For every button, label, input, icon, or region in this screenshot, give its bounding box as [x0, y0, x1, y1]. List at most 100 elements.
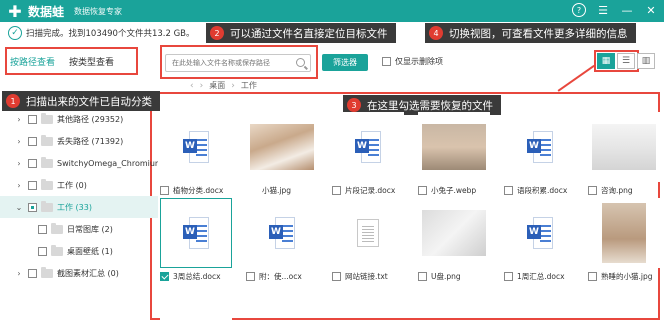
back-arrow-icon[interactable]: ‹: [190, 81, 194, 91]
file-thumbnail[interactable]: [588, 198, 660, 268]
app-subtitle: 数据恢复专家: [74, 6, 123, 16]
view-tabs: 按路径查看 按类型查看: [10, 55, 114, 68]
file-tile[interactable]: 咨询.png: [588, 112, 660, 196]
file-name: 附：使...ocx: [259, 272, 302, 281]
chevron-right-icon[interactable]: ›: [14, 159, 24, 168]
chevron-right-icon[interactable]: ›: [14, 115, 24, 124]
file-tile[interactable]: 小兔子.webp: [418, 112, 490, 196]
file-thumbnail[interactable]: W: [504, 198, 576, 268]
file-thumbnail[interactable]: [418, 112, 490, 182]
chevron-down-icon[interactable]: ⌄: [14, 203, 24, 212]
file-thumbnail[interactable]: [160, 296, 232, 320]
callout-2: 2 可以通过文件名直接定位目标文件: [206, 23, 396, 43]
search-icon[interactable]: [296, 58, 305, 67]
tab-by-path[interactable]: 按路径查看: [10, 55, 55, 68]
search-box[interactable]: [165, 54, 311, 72]
tree-checkbox[interactable]: [38, 224, 47, 234]
file-tile[interactable]: W 片段记录.docx: [332, 112, 404, 196]
tree-checkbox[interactable]: [28, 268, 37, 278]
grid-icon[interactable]: ▦: [597, 53, 615, 69]
file-checkbox[interactable]: [332, 272, 341, 281]
list-icon[interactable]: ☰: [617, 53, 635, 69]
tree-checkbox[interactable]: [28, 202, 37, 212]
breadcrumb-item[interactable]: 桌面: [209, 80, 225, 91]
word-doc-icon: W: [527, 131, 553, 163]
tree-checkbox[interactable]: [38, 246, 47, 256]
file-thumbnail[interactable]: W: [160, 198, 232, 268]
deleted-only-toggle[interactable]: 仅显示删除项: [382, 56, 443, 67]
file-thumbnail[interactable]: W: [246, 198, 318, 268]
file-checkbox[interactable]: [504, 272, 513, 281]
close-icon[interactable]: ✕: [644, 3, 658, 17]
title-bar: ✚ 数据蛙 数据恢复专家 ? ☰ — ✕: [0, 0, 664, 22]
tab-by-type[interactable]: 按类型查看: [69, 55, 114, 68]
file-checkbox[interactable]: [588, 272, 597, 281]
word-doc-icon: W: [183, 131, 209, 163]
file-name: 3周总结.docx: [173, 272, 221, 281]
usb-image: [422, 210, 486, 256]
file-name: 1周汇总.docx: [517, 272, 565, 281]
folder-icon: [41, 200, 53, 212]
file-tile-selected[interactable]: W 3周总结.docx: [160, 198, 232, 282]
tree-item[interactable]: › SwitchyOmega_Chromium: [0, 152, 158, 174]
file-thumbnail[interactable]: [588, 112, 660, 182]
search-input[interactable]: [172, 59, 294, 67]
chevron-right-icon[interactable]: ›: [14, 137, 24, 146]
file-name: 咨询.png: [601, 186, 633, 195]
tree-checkbox[interactable]: [28, 136, 37, 146]
file-checkbox[interactable]: [418, 272, 427, 281]
tree-checkbox[interactable]: [28, 114, 37, 124]
folder-icon: [41, 178, 53, 190]
deleted-only-checkbox[interactable]: [382, 57, 391, 66]
file-tile[interactable]: 熟睡的小猫.jpg: [588, 198, 660, 282]
file-thumbnail[interactable]: W: [160, 112, 232, 182]
tree-checkbox[interactable]: [28, 158, 37, 168]
file-checkbox[interactable]: [160, 272, 169, 281]
file-checkbox[interactable]: [160, 186, 169, 195]
file-thumbnail[interactable]: [332, 198, 404, 268]
tree-item[interactable]: 日常图库 (2): [0, 218, 158, 240]
forward-arrow-icon[interactable]: ›: [200, 81, 204, 91]
deleted-only-label: 仅显示删除项: [395, 57, 443, 66]
tree-item[interactable]: 桌面壁纸 (1): [0, 240, 158, 262]
file-thumbnail[interactable]: W: [332, 112, 404, 182]
file-thumbnail[interactable]: W: [504, 112, 576, 182]
folder-icon: [41, 266, 53, 278]
kitten-image: [250, 124, 314, 170]
tree-item-selected[interactable]: ⌄ 工作 (33): [0, 196, 158, 218]
chevron-right-icon[interactable]: ›: [14, 181, 24, 190]
minimize-icon[interactable]: —: [620, 3, 634, 17]
callout-4: 4 切换视图，可查看文件更多详细的信息: [425, 23, 636, 43]
file-tile[interactable]: W 语段积累.docx: [504, 112, 576, 196]
file-tile[interactable]: U盘.png: [418, 198, 490, 282]
file-checkbox[interactable]: [332, 186, 341, 195]
tree-item[interactable]: › 截图素材汇总 (0): [0, 262, 158, 284]
menu-icon[interactable]: ☰: [596, 3, 610, 17]
status-text: 扫描完成。找到103490个文件共13.2 GB。: [26, 29, 195, 39]
filter-button[interactable]: 筛选器: [322, 54, 368, 71]
file-tile[interactable]: [160, 296, 232, 320]
breadcrumb-item[interactable]: 工作: [241, 80, 257, 91]
plus-icon: ✚: [8, 1, 22, 21]
detail-icon[interactable]: ▥: [637, 53, 655, 69]
tree-item[interactable]: › 工作 (0): [0, 174, 158, 196]
folder-icon: [51, 244, 63, 256]
file-checkbox[interactable]: [418, 186, 427, 195]
chevron-right-icon[interactable]: ›: [14, 269, 24, 278]
breadcrumb-separator: ›: [231, 80, 235, 91]
file-tile[interactable]: W 附：使...ocx: [246, 198, 318, 282]
file-tile[interactable]: W 植物分类.docx: [160, 112, 232, 196]
tree-item[interactable]: › 丢失路径 (71392): [0, 130, 158, 152]
file-thumbnail[interactable]: [418, 198, 490, 268]
file-checkbox[interactable]: [504, 186, 513, 195]
tree-checkbox[interactable]: [28, 180, 37, 190]
help-icon[interactable]: ?: [572, 3, 586, 17]
file-checkbox[interactable]: [588, 186, 597, 195]
file-tile[interactable]: 小猫.jpg: [246, 112, 318, 196]
file-tile[interactable]: 网站链接.txt: [332, 198, 404, 282]
file-thumbnail[interactable]: [246, 112, 318, 182]
tree-item[interactable]: › 其他路径 (29352): [0, 108, 158, 130]
file-name: 片段记录.docx: [345, 186, 396, 195]
file-checkbox[interactable]: [246, 272, 255, 281]
file-tile[interactable]: W 1周汇总.docx: [504, 198, 576, 282]
